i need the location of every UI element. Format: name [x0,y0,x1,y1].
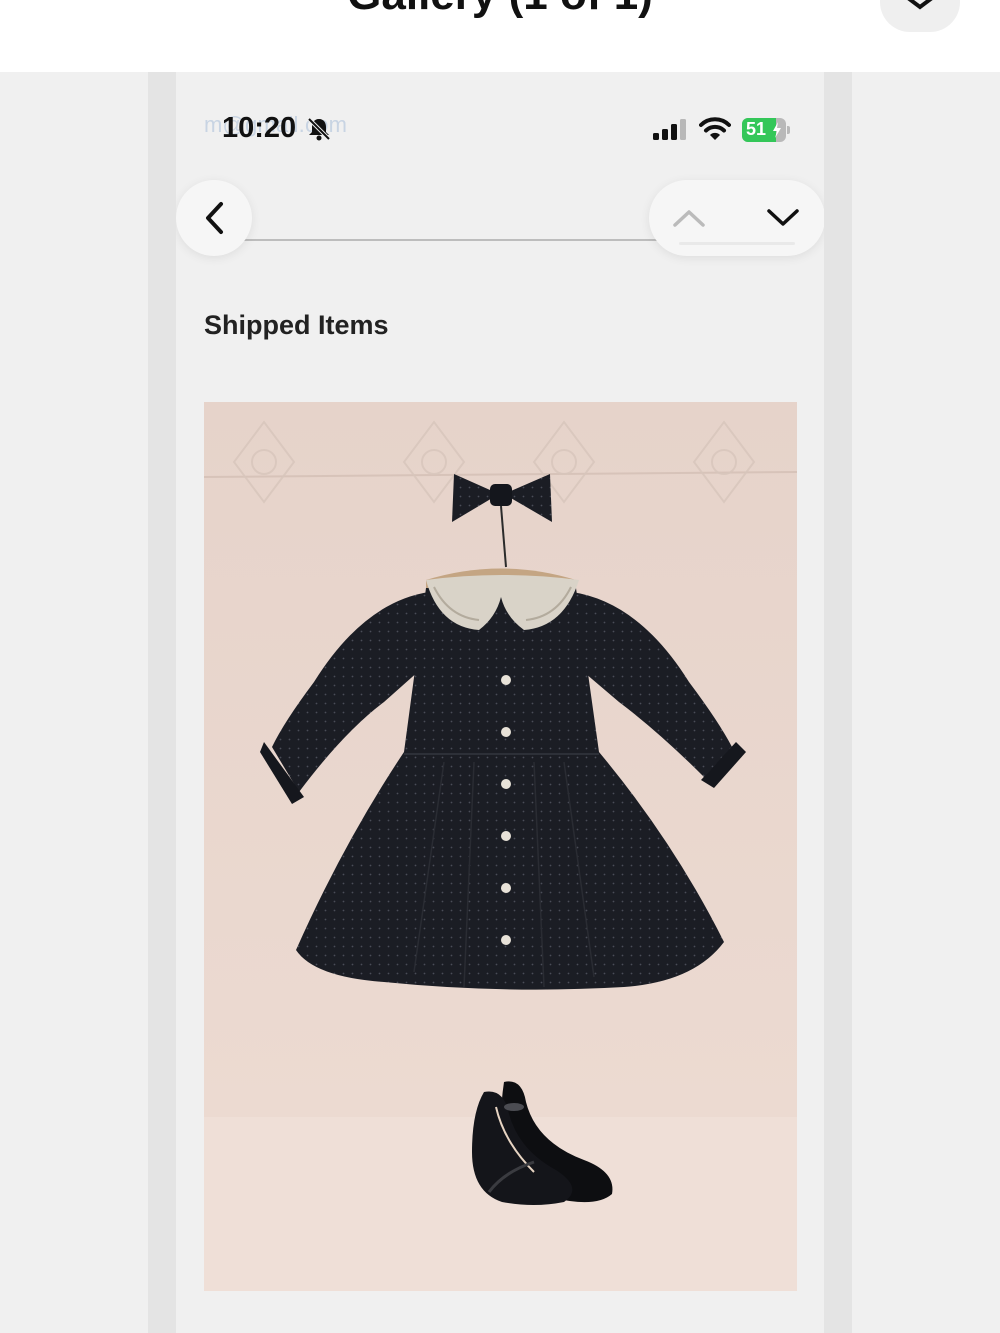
section-heading: Shipped Items [204,310,389,340]
close-icon [907,0,933,10]
chevron-left-icon [206,202,223,234]
back-button[interactable] [176,180,252,256]
product-photo[interactable] [204,402,797,1291]
battery-level-text: 51 [746,119,767,139]
chevron-up-icon [673,210,705,227]
bell-slash-icon [307,117,331,141]
close-button[interactable] [880,0,960,32]
next-button[interactable] [761,200,805,236]
wifi-icon [699,117,731,140]
status-time: 10:20 [222,112,297,144]
gallery-title: Gallery (1 of 1) [0,0,1000,20]
chevron-down-icon [767,209,799,226]
viewer-header: Gallery (1 of 1) [0,0,1000,72]
phone-screenshot: m@gmail.com 10:20 51 Shipped Items [176,72,824,1333]
battery-charging-icon: 51 [742,118,790,142]
message-navigation [649,180,824,256]
previous-button[interactable] [667,200,711,236]
cellular-signal-icon [653,119,686,140]
